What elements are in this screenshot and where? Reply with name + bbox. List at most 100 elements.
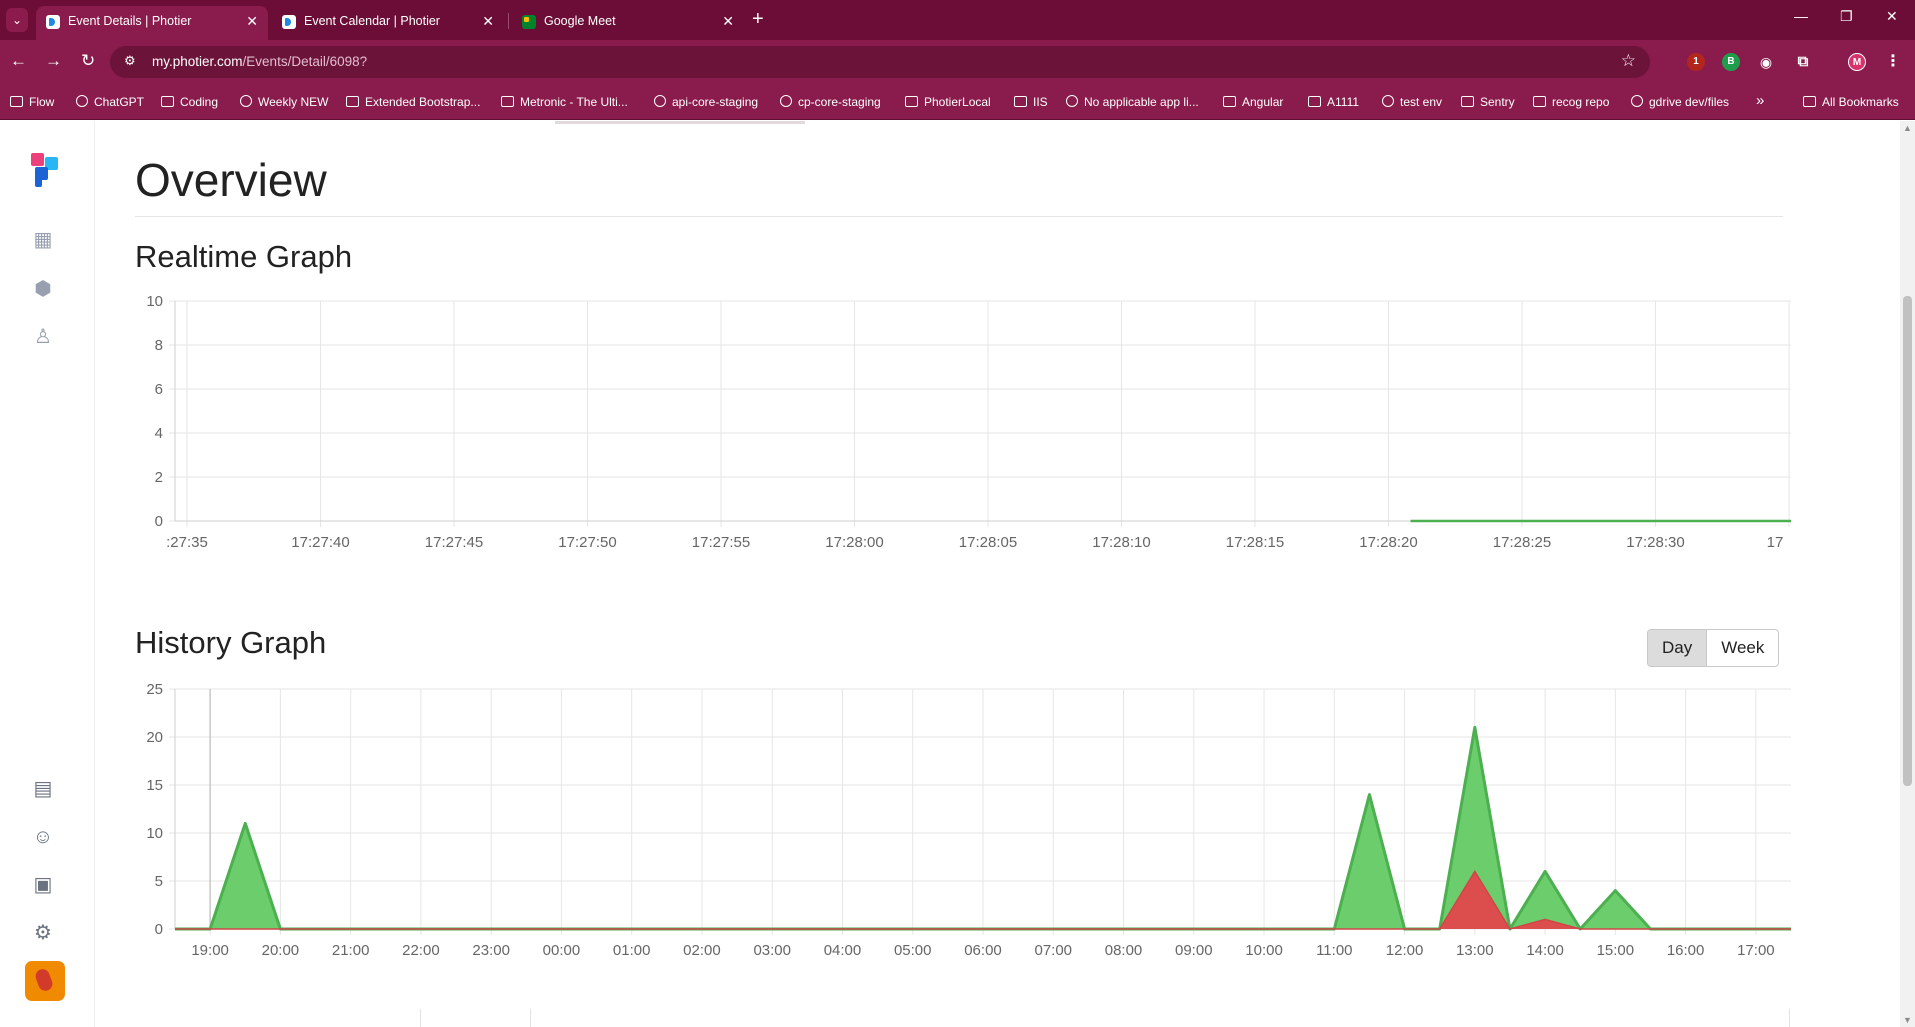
- y-tick-label: 15: [146, 777, 163, 794]
- bookmark-photierlocal[interactable]: PhotierLocal: [905, 95, 991, 109]
- week-button[interactable]: Week: [1707, 630, 1778, 666]
- restore-icon[interactable]: ❐: [1840, 8, 1853, 25]
- forward-icon[interactable]: →: [45, 51, 62, 71]
- x-tick-label: 08:00: [1105, 942, 1143, 959]
- site-settings-icon[interactable]: ⚙: [124, 53, 136, 69]
- repo-icon: [1533, 96, 1546, 107]
- browser-toolbar: ← → ↻ ⚙ my.photier.com/Events/Detail/609…: [0, 40, 1915, 86]
- photier-logo[interactable]: [31, 153, 59, 187]
- x-tick-label: 23:00: [472, 942, 510, 959]
- extension-b-label: B: [1727, 56, 1735, 67]
- folder-icon: [1223, 96, 1236, 107]
- tab-event-calendar[interactable]: Event Calendar | Photier ✕: [272, 6, 504, 40]
- card-divider: [1789, 1009, 1790, 1027]
- y-tick-label: 10: [146, 825, 163, 842]
- network-icon[interactable]: ⬢: [30, 276, 56, 302]
- page-title: Overview: [135, 154, 327, 206]
- extension-b-icon[interactable]: B: [1722, 53, 1740, 71]
- app-switcher-icon[interactable]: [25, 961, 65, 1001]
- x-tick-label: 12:00: [1386, 942, 1424, 959]
- extensions-puzzle-icon[interactable]: ⧉: [1794, 53, 1812, 71]
- bookmark-label: Metronic - The Ulti...: [520, 95, 628, 109]
- dashboard-icon[interactable]: ▦: [30, 227, 56, 253]
- more-bookmarks-icon[interactable]: »: [1756, 92, 1764, 109]
- reload-icon[interactable]: ↻: [81, 51, 95, 71]
- bookmark-api-core-staging[interactable]: api-core-staging: [654, 95, 758, 109]
- tab-search-button[interactable]: ⌄: [6, 8, 28, 32]
- close-tab-icon[interactable]: ✕: [482, 6, 494, 36]
- new-tab-icon[interactable]: +: [752, 8, 764, 30]
- bookmark-label: Weekly NEW: [258, 95, 329, 109]
- bookmark-sentry[interactable]: Sentry: [1461, 95, 1515, 109]
- y-tick-label: 0: [155, 513, 163, 530]
- camera-extension-icon[interactable]: ◉: [1757, 53, 1775, 71]
- bookmark-flow[interactable]: Flow: [10, 95, 54, 109]
- bookmark-coding[interactable]: Coding: [161, 95, 218, 109]
- bookmark-label: Extended Bootstrap...: [365, 95, 481, 109]
- page-scrollbar[interactable]: ▲ ▼: [1900, 121, 1915, 1027]
- extension-badge-count: 1: [1693, 56, 1699, 67]
- chatgpt-icon: [76, 95, 88, 107]
- card-divider: [420, 1009, 421, 1027]
- x-tick-label: 17:28:30: [1626, 534, 1684, 551]
- folder-icon: [1803, 96, 1816, 107]
- bookmark-gdrive-dev-files[interactable]: gdrive dev/files: [1631, 95, 1729, 109]
- person-stand-icon[interactable]: ♙: [30, 324, 56, 350]
- scrollbar-thumb[interactable]: [1903, 296, 1912, 786]
- y-tick-label: 0: [155, 921, 163, 938]
- card-divider: [530, 1009, 531, 1027]
- tab-strip: ⌄ Event Details | Photier ✕ Event Calend…: [0, 0, 1915, 40]
- tab-google-meet[interactable]: Google Meet ✕: [512, 6, 744, 40]
- day-button[interactable]: Day: [1648, 630, 1708, 666]
- bookmark-label: cp-core-staging: [798, 95, 881, 109]
- x-tick-label: 17:28:25: [1493, 534, 1551, 551]
- minimize-icon[interactable]: —: [1794, 8, 1808, 24]
- bookmark-iis[interactable]: IIS: [1014, 95, 1048, 109]
- folder-icon: [905, 96, 918, 107]
- all-bookmarks[interactable]: All Bookmarks: [1803, 95, 1899, 109]
- tab-event-details[interactable]: Event Details | Photier ✕: [36, 6, 268, 40]
- x-tick-label: 03:00: [753, 942, 791, 959]
- bookmark-label: gdrive dev/files: [1649, 95, 1730, 109]
- bookmark-metronic[interactable]: Metronic - The Ulti...: [501, 95, 628, 109]
- bookmark-star-icon[interactable]: ☆: [1621, 51, 1636, 71]
- scroll-up-icon[interactable]: ▲: [1903, 123, 1912, 133]
- bookmark-extended-bootstrap[interactable]: Extended Bootstrap...: [346, 95, 480, 109]
- bookmark-label: No applicable app li...: [1084, 95, 1199, 109]
- calendar-icon[interactable]: ▤: [30, 776, 56, 802]
- google-meet-icon: [522, 15, 536, 29]
- x-tick-label: 22:00: [402, 942, 440, 959]
- bookmark-weekly-new[interactable]: Weekly NEW: [240, 95, 328, 109]
- photier-favicon-icon: [282, 15, 296, 29]
- browser-menu-icon[interactable]: ⋮: [1884, 53, 1902, 71]
- bookmark-label: Flow: [29, 95, 55, 109]
- tab-title: Google Meet: [544, 14, 616, 28]
- extension-badge-icon[interactable]: 1: [1687, 53, 1705, 71]
- user-icon[interactable]: ☺: [30, 824, 56, 850]
- x-tick-label: 17:28:00: [825, 534, 883, 551]
- bookmark-label: test env: [1400, 95, 1443, 109]
- x-tick-label: 02:00: [683, 942, 721, 959]
- settings-gear-icon[interactable]: ⚙: [30, 920, 56, 946]
- profile-initial: M: [1852, 57, 1862, 68]
- bookmark-chatgpt[interactable]: ChatGPT: [76, 95, 144, 109]
- back-icon[interactable]: ←: [10, 51, 27, 71]
- bookmark-recog-repo[interactable]: recog repo: [1533, 95, 1609, 109]
- close-tab-icon[interactable]: ✕: [246, 6, 258, 36]
- bookmark-no-applicable-app[interactable]: No applicable app li...: [1066, 95, 1199, 109]
- profile-avatar[interactable]: M: [1848, 53, 1866, 71]
- event-calendar-icon[interactable]: ▣: [30, 872, 56, 898]
- close-tab-icon[interactable]: ✕: [722, 6, 734, 36]
- bookmark-cp-core-staging[interactable]: cp-core-staging: [780, 95, 881, 109]
- scroll-down-icon[interactable]: ▼: [1903, 1015, 1912, 1025]
- tab-separator: [508, 13, 509, 29]
- close-window-icon[interactable]: ✕: [1886, 8, 1898, 25]
- address-bar[interactable]: ⚙ my.photier.com/Events/Detail/6098? ☆: [110, 46, 1650, 78]
- bookmark-a1111[interactable]: A1111: [1308, 95, 1359, 109]
- bookmark-angular[interactable]: Angular: [1223, 95, 1283, 109]
- power-icon: [1382, 95, 1394, 107]
- bookmark-test-env[interactable]: test env: [1382, 95, 1442, 109]
- scrolled-image-edge: [555, 121, 805, 124]
- x-tick-label: 17:00: [1737, 942, 1775, 959]
- x-tick-label: 11:00: [1316, 942, 1352, 959]
